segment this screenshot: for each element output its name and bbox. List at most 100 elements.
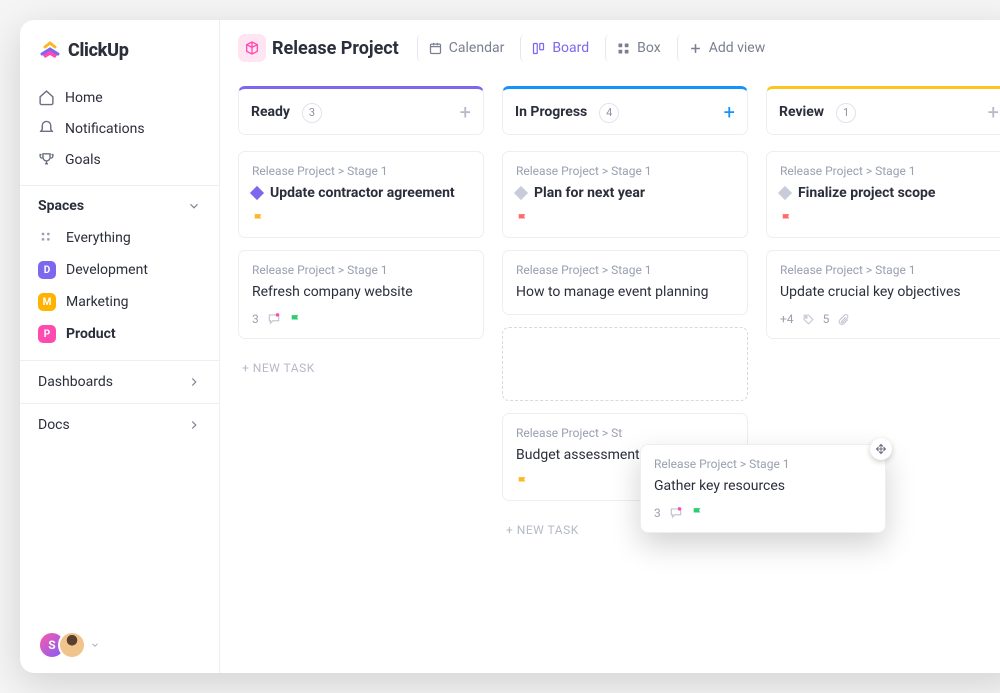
tag-icon: [802, 313, 815, 326]
bell-icon: [38, 120, 55, 137]
new-task-button[interactable]: + NEW TASK: [238, 351, 484, 385]
space-badge-icon: D: [38, 261, 56, 279]
space-label: Everything: [66, 230, 131, 246]
task-card[interactable]: Release Project > Stage 1 Refresh compan…: [238, 250, 484, 339]
workspace-switcher[interactable]: S: [20, 617, 219, 673]
paperclip-icon: [837, 313, 850, 326]
add-task-button[interactable]: +: [724, 102, 735, 122]
space-development[interactable]: D Development: [20, 254, 219, 286]
nav-docs[interactable]: Docs: [20, 403, 219, 446]
card-breadcrumb: Release Project > Stage 1: [780, 263, 998, 277]
add-task-button[interactable]: +: [988, 102, 999, 122]
space-product[interactable]: P Product: [20, 318, 219, 350]
task-card[interactable]: Release Project > Stage 1 Plan for next …: [502, 151, 748, 239]
user-avatar: [58, 631, 86, 659]
spaces-header[interactable]: Spaces: [20, 185, 219, 222]
column-title: In Progress: [515, 104, 587, 120]
nav-home[interactable]: Home: [20, 82, 219, 113]
clickup-logo-icon: [38, 38, 62, 62]
add-task-button[interactable]: +: [460, 102, 471, 122]
column-header: Ready 3 +: [238, 86, 484, 135]
view-label: Board: [552, 40, 589, 56]
flag-icon: [691, 506, 704, 519]
section-label: Docs: [38, 417, 70, 433]
comment-count: 3: [252, 312, 259, 326]
brand-logo[interactable]: ClickUp: [20, 20, 219, 78]
dragging-card[interactable]: Release Project > Stage 1 Gather key res…: [640, 444, 886, 533]
comment-count: 3: [654, 506, 661, 520]
space-everything[interactable]: Everything: [20, 222, 219, 254]
chevron-right-icon: [187, 418, 201, 432]
view-calendar[interactable]: Calendar: [417, 34, 515, 62]
task-card[interactable]: Release Project > Stage 1 How to manage …: [502, 250, 748, 315]
space-badge-icon: M: [38, 293, 56, 311]
task-card[interactable]: Release Project > Stage 1 Update contrac…: [238, 151, 484, 239]
card-title: Refresh company website: [252, 283, 470, 302]
nav-label: Goals: [65, 152, 101, 168]
nav-label: Notifications: [65, 121, 145, 137]
flag-icon: [252, 212, 265, 225]
topbar: Release Project Calendar Board Box Add v…: [220, 20, 1000, 76]
space-label: Development: [66, 262, 148, 278]
card-title: Update crucial key objectives: [780, 283, 998, 302]
card-breadcrumb: Release Project > Stage 1: [252, 263, 470, 277]
calendar-icon: [428, 41, 443, 56]
view-board[interactable]: Board: [520, 34, 599, 62]
card-breadcrumb: Release Project > St: [516, 426, 734, 440]
card-breadcrumb: Release Project > Stage 1: [516, 263, 734, 277]
nav-notifications[interactable]: Notifications: [20, 113, 219, 144]
project-title: Release Project: [272, 38, 399, 59]
flag-icon: [289, 313, 302, 326]
flag-icon: [516, 475, 529, 488]
space-marketing[interactable]: M Marketing: [20, 286, 219, 318]
view-box[interactable]: Box: [605, 34, 671, 62]
grid-dots-icon: [38, 229, 56, 247]
column-count: 1: [836, 103, 856, 123]
box-grid-icon: [616, 41, 631, 56]
column-header: In Progress 4 +: [502, 86, 748, 135]
card-breadcrumb: Release Project > Stage 1: [516, 164, 734, 178]
section-label: Dashboards: [38, 374, 113, 390]
flag-icon: [516, 212, 529, 225]
card-breadcrumb: Release Project > Stage 1: [654, 457, 872, 471]
column-count: 3: [302, 103, 322, 123]
nav-label: Home: [65, 90, 103, 106]
comment-icon: [267, 312, 281, 326]
plus-icon: [688, 41, 703, 56]
tag-count: +4: [780, 312, 794, 326]
view-label: Add view: [709, 40, 766, 56]
column-in-progress: In Progress 4 + Release Project > Stage …: [502, 86, 748, 655]
chevron-right-icon: [187, 375, 201, 389]
nav-dashboards[interactable]: Dashboards: [20, 360, 219, 403]
nav-goals[interactable]: Goals: [20, 144, 219, 175]
card-title: Plan for next year: [534, 184, 645, 203]
move-icon: [870, 438, 892, 460]
brand-name: ClickUp: [68, 40, 129, 61]
priority-diamond-icon: [250, 185, 264, 199]
main: Release Project Calendar Board Box Add v…: [220, 20, 1000, 673]
spaces-list: Everything D Development M Marketing P P…: [20, 222, 219, 360]
view-label: Box: [637, 40, 661, 56]
column-review: Review 1 + Release Project > Stage 1 Fin…: [766, 86, 1000, 655]
drop-placeholder: [502, 327, 748, 401]
card-title: How to manage event planning: [516, 283, 734, 302]
card-breadcrumb: Release Project > Stage 1: [780, 164, 998, 178]
column-title: Review: [779, 104, 824, 120]
column-count: 4: [599, 103, 619, 123]
project-icon: [238, 34, 266, 62]
priority-diamond-icon: [778, 185, 792, 199]
attachment-count: 5: [823, 312, 830, 326]
card-breadcrumb: Release Project > Stage 1: [252, 164, 470, 178]
task-card[interactable]: Release Project > Stage 1 Update crucial…: [766, 250, 1000, 339]
card-title: Update contractor agreement: [270, 184, 455, 203]
comment-icon: [669, 506, 683, 520]
add-view-button[interactable]: Add view: [677, 34, 776, 62]
chevron-down-icon: [187, 199, 201, 213]
space-badge-icon: P: [38, 325, 56, 343]
task-card[interactable]: Release Project > Stage 1 Finalize proje…: [766, 151, 1000, 239]
board-icon: [531, 41, 546, 56]
priority-diamond-icon: [514, 185, 528, 199]
chevron-down-icon: [90, 640, 100, 650]
trophy-icon: [38, 151, 55, 168]
primary-nav: Home Notifications Goals: [20, 78, 219, 185]
